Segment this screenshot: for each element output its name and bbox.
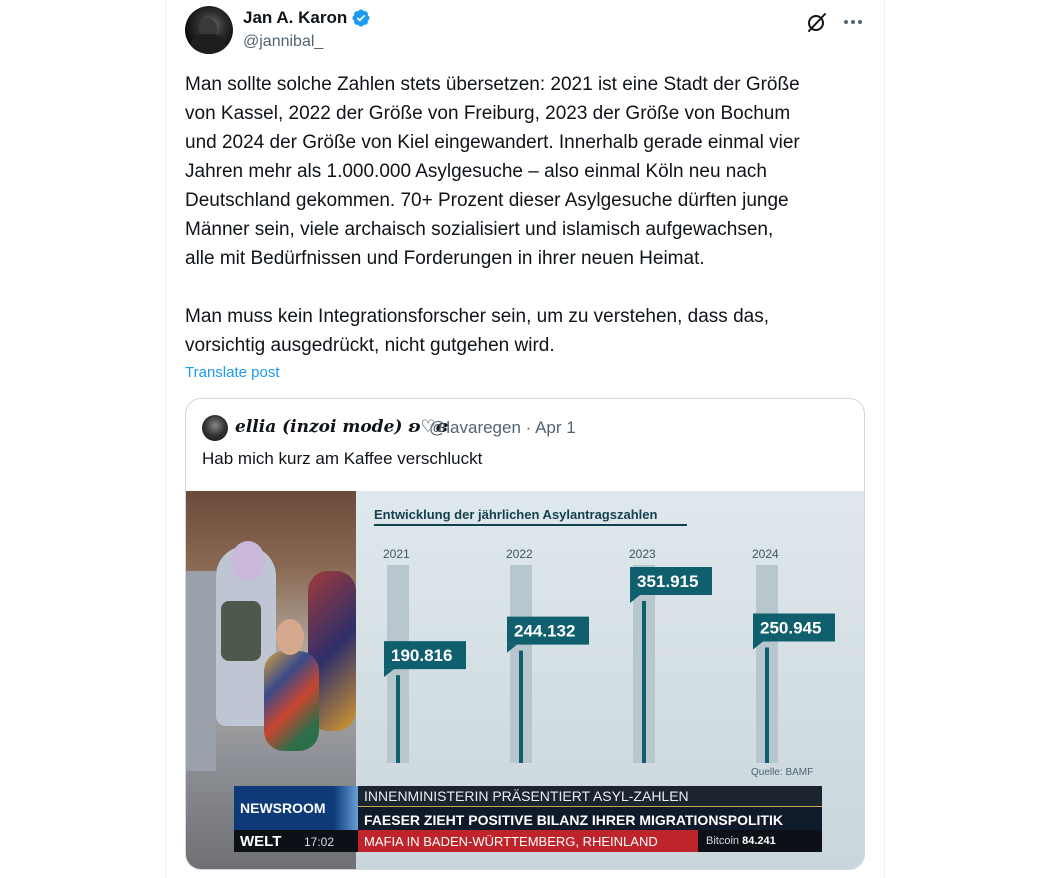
ticker-bitcoin-label: Bitcoin bbox=[706, 835, 740, 847]
chart-year-label: 2022 bbox=[506, 547, 533, 561]
tweet[interactable]: Jan A. Karon @jannibal_ Man sollte solch… bbox=[185, 0, 865, 878]
chart-bar bbox=[642, 601, 646, 763]
ticker-channel-logo: WELT bbox=[234, 830, 296, 852]
author-name[interactable]: Jan A. Karon bbox=[243, 8, 347, 28]
translate-post-link[interactable]: Translate post bbox=[185, 364, 280, 381]
quoted-author-handle-date[interactable]: @lavaregen · Apr 1 bbox=[429, 418, 576, 438]
chart-value-label: 244.132 bbox=[514, 622, 575, 641]
verified-badge-icon bbox=[352, 9, 370, 27]
chart-bar bbox=[765, 647, 769, 763]
ticker-bitcoin: Bitcoin 84.241 bbox=[698, 830, 822, 852]
tweet-text: Man sollte solche Zahlen stets übersetze… bbox=[185, 74, 800, 356]
chart-value-label: 351.915 bbox=[637, 572, 698, 591]
chart-value-label: 190.816 bbox=[391, 646, 452, 665]
quoted-tweet-text: Hab mich kurz am Kaffee verschluckt bbox=[202, 449, 483, 468]
ticker-headline-2: FAESER ZIEHT POSITIVE BILANZ IHRER MIGRA… bbox=[358, 806, 822, 830]
ticker-bitcoin-value: 84.241 bbox=[742, 835, 776, 847]
quoted-tweet[interactable]: ellia (inzoi mode) ʚ♡ɞ @lavaregen · Apr … bbox=[185, 398, 865, 870]
ticker-crawl: MAFIA IN BADEN-WÜRTTEMBERG, RHEINLAND bbox=[358, 830, 698, 852]
news-ticker: NEWSROOM INNENMINISTERIN PRÄSENTIERT ASY… bbox=[234, 786, 822, 861]
bar-chart: 2021 190.816 2022 244.132 2023 351.915 2024 250… bbox=[383, 547, 835, 763]
quoted-author-avatar[interactable] bbox=[202, 415, 228, 441]
chart-source: Quelle: BAMF bbox=[751, 767, 814, 778]
ticker-time: 17:02 bbox=[296, 830, 358, 852]
ticker-headline-1: INNENMINISTERIN PRÄSENTIERT ASYL-ZAHLEN bbox=[358, 786, 822, 806]
author-handle[interactable]: @jannibal_ bbox=[243, 33, 323, 51]
chart-year-label: 2024 bbox=[752, 547, 779, 561]
quoted-author-name[interactable]: ellia (inzoi mode) ʚ♡ɞ bbox=[235, 417, 448, 437]
grok-icon[interactable] bbox=[805, 10, 829, 34]
quoted-media-image[interactable]: Entwicklung der jährlichen Asylantragsza… bbox=[186, 491, 864, 869]
timeline-border-left bbox=[165, 0, 166, 878]
chart-year-label: 2021 bbox=[383, 547, 410, 561]
chart-bar bbox=[519, 650, 523, 763]
ticker-swirl bbox=[334, 786, 358, 830]
author-name-row[interactable]: Jan A. Karon bbox=[243, 8, 371, 28]
chart-bar bbox=[396, 675, 400, 763]
chart-value-label: 250.945 bbox=[760, 618, 821, 637]
author-avatar[interactable] bbox=[185, 6, 233, 54]
more-options-icon[interactable] bbox=[841, 10, 865, 34]
chart-year-label: 2023 bbox=[629, 547, 656, 561]
timeline-border-right bbox=[884, 0, 885, 878]
